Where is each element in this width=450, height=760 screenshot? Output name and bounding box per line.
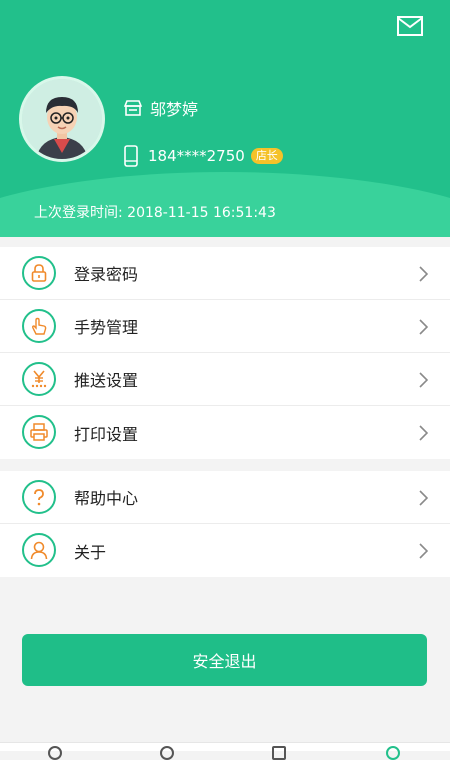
avatar-illustration: [22, 79, 102, 159]
question-icon: [22, 480, 56, 514]
person-icon: [22, 533, 56, 567]
menu-item-push-settings[interactable]: 推送设置: [0, 353, 450, 406]
menu-item-login-password[interactable]: 登录密码: [0, 247, 450, 300]
chevron-right-icon: [419, 266, 428, 282]
phone-icon: [124, 145, 138, 167]
logout-button[interactable]: 安全退出: [22, 634, 427, 686]
chevron-right-icon: [419, 425, 428, 441]
menu-label: 推送设置: [74, 371, 139, 390]
settings-group-info: 帮助中心 关于: [0, 471, 450, 577]
menu-item-print-settings[interactable]: 打印设置: [0, 406, 450, 459]
tab-home-icon[interactable]: [48, 746, 62, 760]
last-login-label: 上次登录时间:: [34, 205, 123, 221]
phone-row: 184****2750 店长: [124, 145, 283, 167]
tab-profile-icon[interactable]: [386, 746, 400, 760]
menu-label: 打印设置: [74, 424, 139, 444]
chevron-right-icon: [419, 319, 428, 335]
tab-reports-icon[interactable]: [272, 746, 286, 760]
menu-label: 关于: [74, 542, 107, 562]
mail-icon[interactable]: [397, 16, 423, 36]
store-icon: [124, 100, 142, 116]
role-badge: 店长: [250, 148, 283, 164]
last-login-info: 上次登录时间: 2018-11-15 16:51:43: [34, 202, 276, 222]
user-phone: 184****2750: [148, 147, 245, 165]
yuan-push-icon: [22, 362, 56, 396]
printer-icon: [22, 415, 56, 449]
menu-label: 帮助中心: [74, 489, 139, 508]
menu-item-help-center[interactable]: 帮助中心: [0, 471, 450, 524]
tab-orders-icon[interactable]: [160, 746, 174, 760]
name-row: 邬梦婷: [124, 96, 198, 120]
menu-label: 登录密码: [74, 265, 139, 284]
menu-label: 手势管理: [74, 318, 139, 337]
profile-header: 邬梦婷 184****2750 店长 上次登录时间: 2018-11-15 16…: [0, 0, 450, 237]
user-name: 邬梦婷: [150, 100, 199, 119]
gesture-hand-icon: [22, 309, 56, 343]
chevron-right-icon: [419, 372, 428, 388]
chevron-right-icon: [419, 490, 428, 506]
settings-group-account: 登录密码 手势管理 推送设置 打印设置: [0, 247, 450, 459]
avatar[interactable]: [22, 79, 102, 159]
menu-item-gesture[interactable]: 手势管理: [0, 300, 450, 353]
menu-item-about[interactable]: 关于: [0, 524, 450, 577]
chevron-right-icon: [419, 543, 428, 559]
lock-icon: [22, 256, 56, 290]
last-login-time: 2018-11-15 16:51:43: [127, 205, 276, 221]
